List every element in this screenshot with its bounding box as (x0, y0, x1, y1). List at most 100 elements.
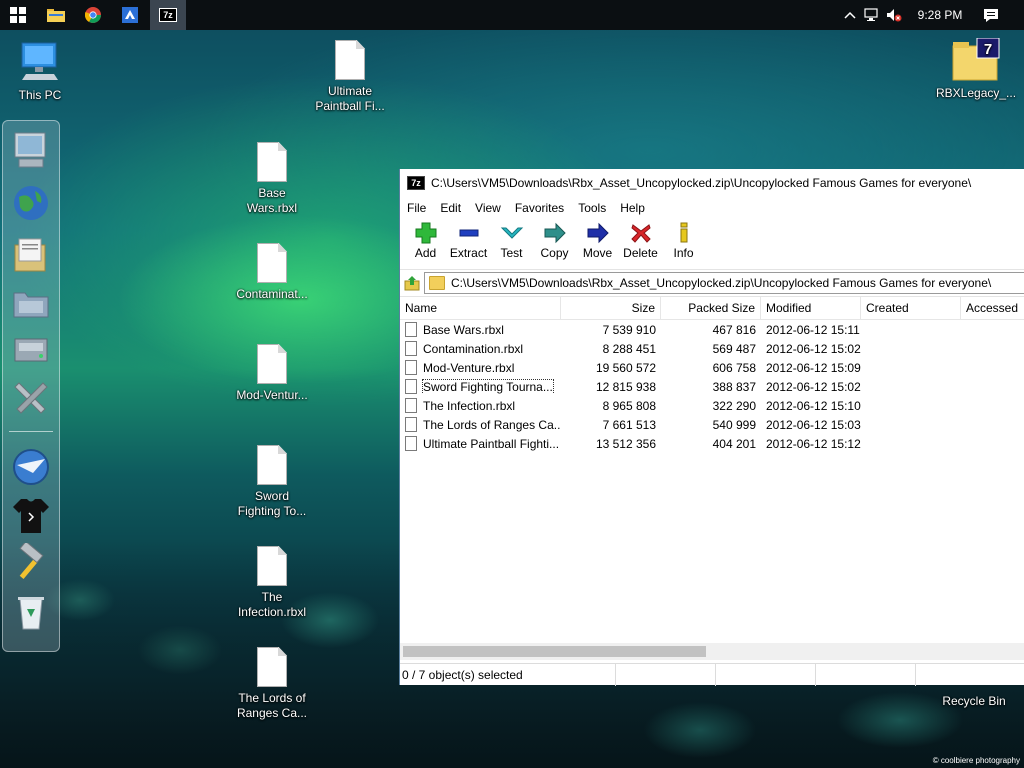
table-row[interactable]: Base Wars.rbxl 7 539 910 467 816 2012-06… (400, 320, 1024, 339)
table-row[interactable]: The Lords of Ranges Ca... 7 661 513 540 … (400, 415, 1024, 434)
col-header-modified[interactable]: Modified (761, 297, 861, 319)
dock-folder-icon[interactable] (11, 283, 51, 323)
folder-up-icon (404, 276, 420, 291)
desktop-icon-sword-fighting[interactable]: Sword Fighting To... (232, 445, 312, 519)
file-name: The Lords of Ranges Ca... (423, 417, 561, 432)
file-size: 13 512 356 (595, 436, 656, 451)
dock-documents-icon[interactable] (11, 235, 51, 275)
dock-browser-icon[interactable] (11, 447, 51, 487)
menu-favorites[interactable]: Favorites (515, 201, 564, 215)
address-field[interactable]: C:\Users\VM5\Downloads\Rbx_Asset_Uncopyl… (424, 272, 1024, 294)
test-button[interactable]: Test (490, 219, 533, 260)
taskbar-file-explorer[interactable] (38, 0, 74, 30)
file-name: Sword Fighting Tourna... (422, 379, 554, 394)
move-button[interactable]: Move (576, 219, 619, 260)
chrome-icon (85, 7, 101, 23)
minus-icon (459, 229, 478, 237)
file-packed-size: 540 999 (712, 417, 756, 432)
desktop-icon-the-infection[interactable]: The Infection.rbxl (232, 546, 312, 620)
taskbar-7zip[interactable]: 7z (150, 0, 186, 30)
file-size: 7 661 513 (602, 417, 656, 432)
dock-computer-icon[interactable] (11, 131, 51, 171)
check-chevron-icon (500, 227, 523, 239)
table-row[interactable]: Sword Fighting Tourna... 12 815 938 388 … (400, 377, 1024, 396)
menu-help[interactable]: Help (620, 201, 645, 215)
dock-tools-icon[interactable] (11, 377, 51, 417)
file-size: 8 288 451 (602, 341, 656, 356)
copy-button[interactable]: Copy (533, 219, 576, 260)
status-segment (616, 664, 716, 686)
col-header-name[interactable]: Name (400, 297, 561, 319)
start-button[interactable] (0, 0, 36, 30)
dock-globe-icon[interactable] (11, 183, 51, 223)
dock-hammer-icon[interactable] (11, 540, 51, 583)
desktop-icon-label: Base Wars.rbxl (246, 186, 298, 215)
add-button[interactable]: Add (404, 219, 447, 260)
delete-button[interactable]: Delete (619, 219, 662, 260)
dock-shirt-icon[interactable] (11, 495, 51, 535)
file-modified: 2012-06-12 15:12 (766, 436, 861, 451)
tray-volume[interactable] (884, 0, 904, 30)
plus-icon (415, 222, 436, 244)
file-packed-size: 569 487 (712, 341, 756, 356)
dock-recycle-bin-icon[interactable] (11, 591, 51, 631)
photo-credit: © coolbiere photography (932, 756, 1020, 765)
desktop-icon-base-wars[interactable]: Base Wars.rbxl (232, 142, 312, 216)
desktop-icon-lords-of-ranges[interactable]: The Lords of Ranges Ca... (232, 647, 312, 721)
taskbar-chrome[interactable] (75, 0, 111, 30)
col-header-packed-size[interactable]: Packed Size (661, 297, 761, 319)
action-center-button[interactable] (978, 0, 1004, 30)
horizontal-scrollbar[interactable] (400, 643, 1024, 660)
desktop-icon-recycle-bin[interactable]: Recycle Bin (934, 694, 1014, 709)
document-icon (257, 344, 287, 384)
tray-network[interactable] (862, 0, 882, 30)
dock-drive-icon[interactable] (11, 329, 51, 369)
scrollbar-thumb[interactable] (403, 646, 706, 657)
menu-view[interactable]: View (475, 201, 501, 215)
file-icon (405, 341, 417, 356)
tray-overflow-chevron[interactable] (840, 0, 860, 30)
extract-button[interactable]: Extract (447, 219, 490, 260)
col-header-size[interactable]: Size (561, 297, 661, 319)
table-row[interactable]: Mod-Venture.rbxl 19 560 572 606 758 2012… (400, 358, 1024, 377)
document-icon (335, 40, 365, 80)
table-row[interactable]: The Infection.rbxl 8 965 808 322 290 201… (400, 396, 1024, 415)
clock[interactable]: 9:28 PM (906, 0, 974, 30)
desktop-icon-label: Recycle Bin (942, 694, 1006, 708)
file-icon (405, 398, 417, 413)
delete-label: Delete (623, 246, 658, 260)
file-icon (405, 360, 417, 375)
svg-text:7: 7 (984, 41, 992, 58)
window-titlebar[interactable]: 7z C:\Users\VM5\Downloads\Rbx_Asset_Unco… (400, 169, 1024, 197)
file-modified: 2012-06-12 15:11 (766, 322, 860, 337)
col-header-accessed[interactable]: Accessed (961, 297, 1024, 319)
file-size: 7 539 910 (602, 322, 656, 337)
add-label: Add (414, 246, 437, 260)
desktop-icon-this-pc[interactable]: This PC (0, 40, 80, 103)
status-segment (816, 664, 916, 686)
info-icon (680, 222, 687, 243)
menu-tools[interactable]: Tools (578, 201, 606, 215)
address-text: C:\Users\VM5\Downloads\Rbx_Asset_Uncopyl… (451, 276, 992, 290)
desktop-icon-rbxlegacy[interactable]: 7 RBXLegacy_... (936, 37, 1016, 101)
move-label: Move (582, 246, 613, 260)
desktop-icon-contamination[interactable]: Contaminat... (232, 243, 312, 302)
7zip-window: 7z C:\Users\VM5\Downloads\Rbx_Asset_Unco… (399, 169, 1024, 686)
table-row[interactable]: Ultimate Paintball Fighti... 13 512 356 … (400, 434, 1024, 453)
taskbar-roblox-studio[interactable] (112, 0, 148, 30)
table-row[interactable]: Contamination.rbxl 8 288 451 569 487 201… (400, 339, 1024, 358)
menu-file[interactable]: File (407, 201, 426, 215)
desktop-icon-mod-venture[interactable]: Mod-Ventur... (232, 344, 312, 403)
info-button[interactable]: Info (662, 219, 705, 260)
folder-icon (47, 9, 65, 22)
file-size: 8 965 808 (602, 398, 656, 413)
file-name: Contamination.rbxl (423, 341, 524, 356)
menu-edit[interactable]: Edit (440, 201, 461, 215)
extract-label: Extract (449, 246, 488, 260)
desktop-icon-ultimate-paintball[interactable]: Ultimate Paintball Fi... (310, 40, 390, 114)
col-header-created[interactable]: Created (861, 297, 961, 319)
up-folder-button[interactable] (400, 272, 424, 294)
file-packed-size: 606 758 (712, 360, 756, 375)
file-size: 19 560 572 (595, 360, 656, 375)
document-icon (257, 445, 287, 485)
